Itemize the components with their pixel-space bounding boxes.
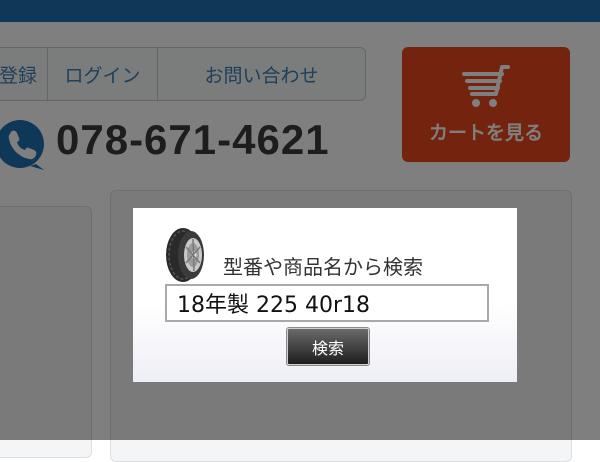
search-dialog: 型番や商品名から検索 検索	[133, 208, 517, 382]
search-dialog-title: 型番や商品名から検索	[223, 255, 423, 279]
tire-icon	[166, 228, 204, 282]
search-button[interactable]: 検索	[287, 328, 369, 365]
search-input[interactable]	[165, 284, 489, 322]
